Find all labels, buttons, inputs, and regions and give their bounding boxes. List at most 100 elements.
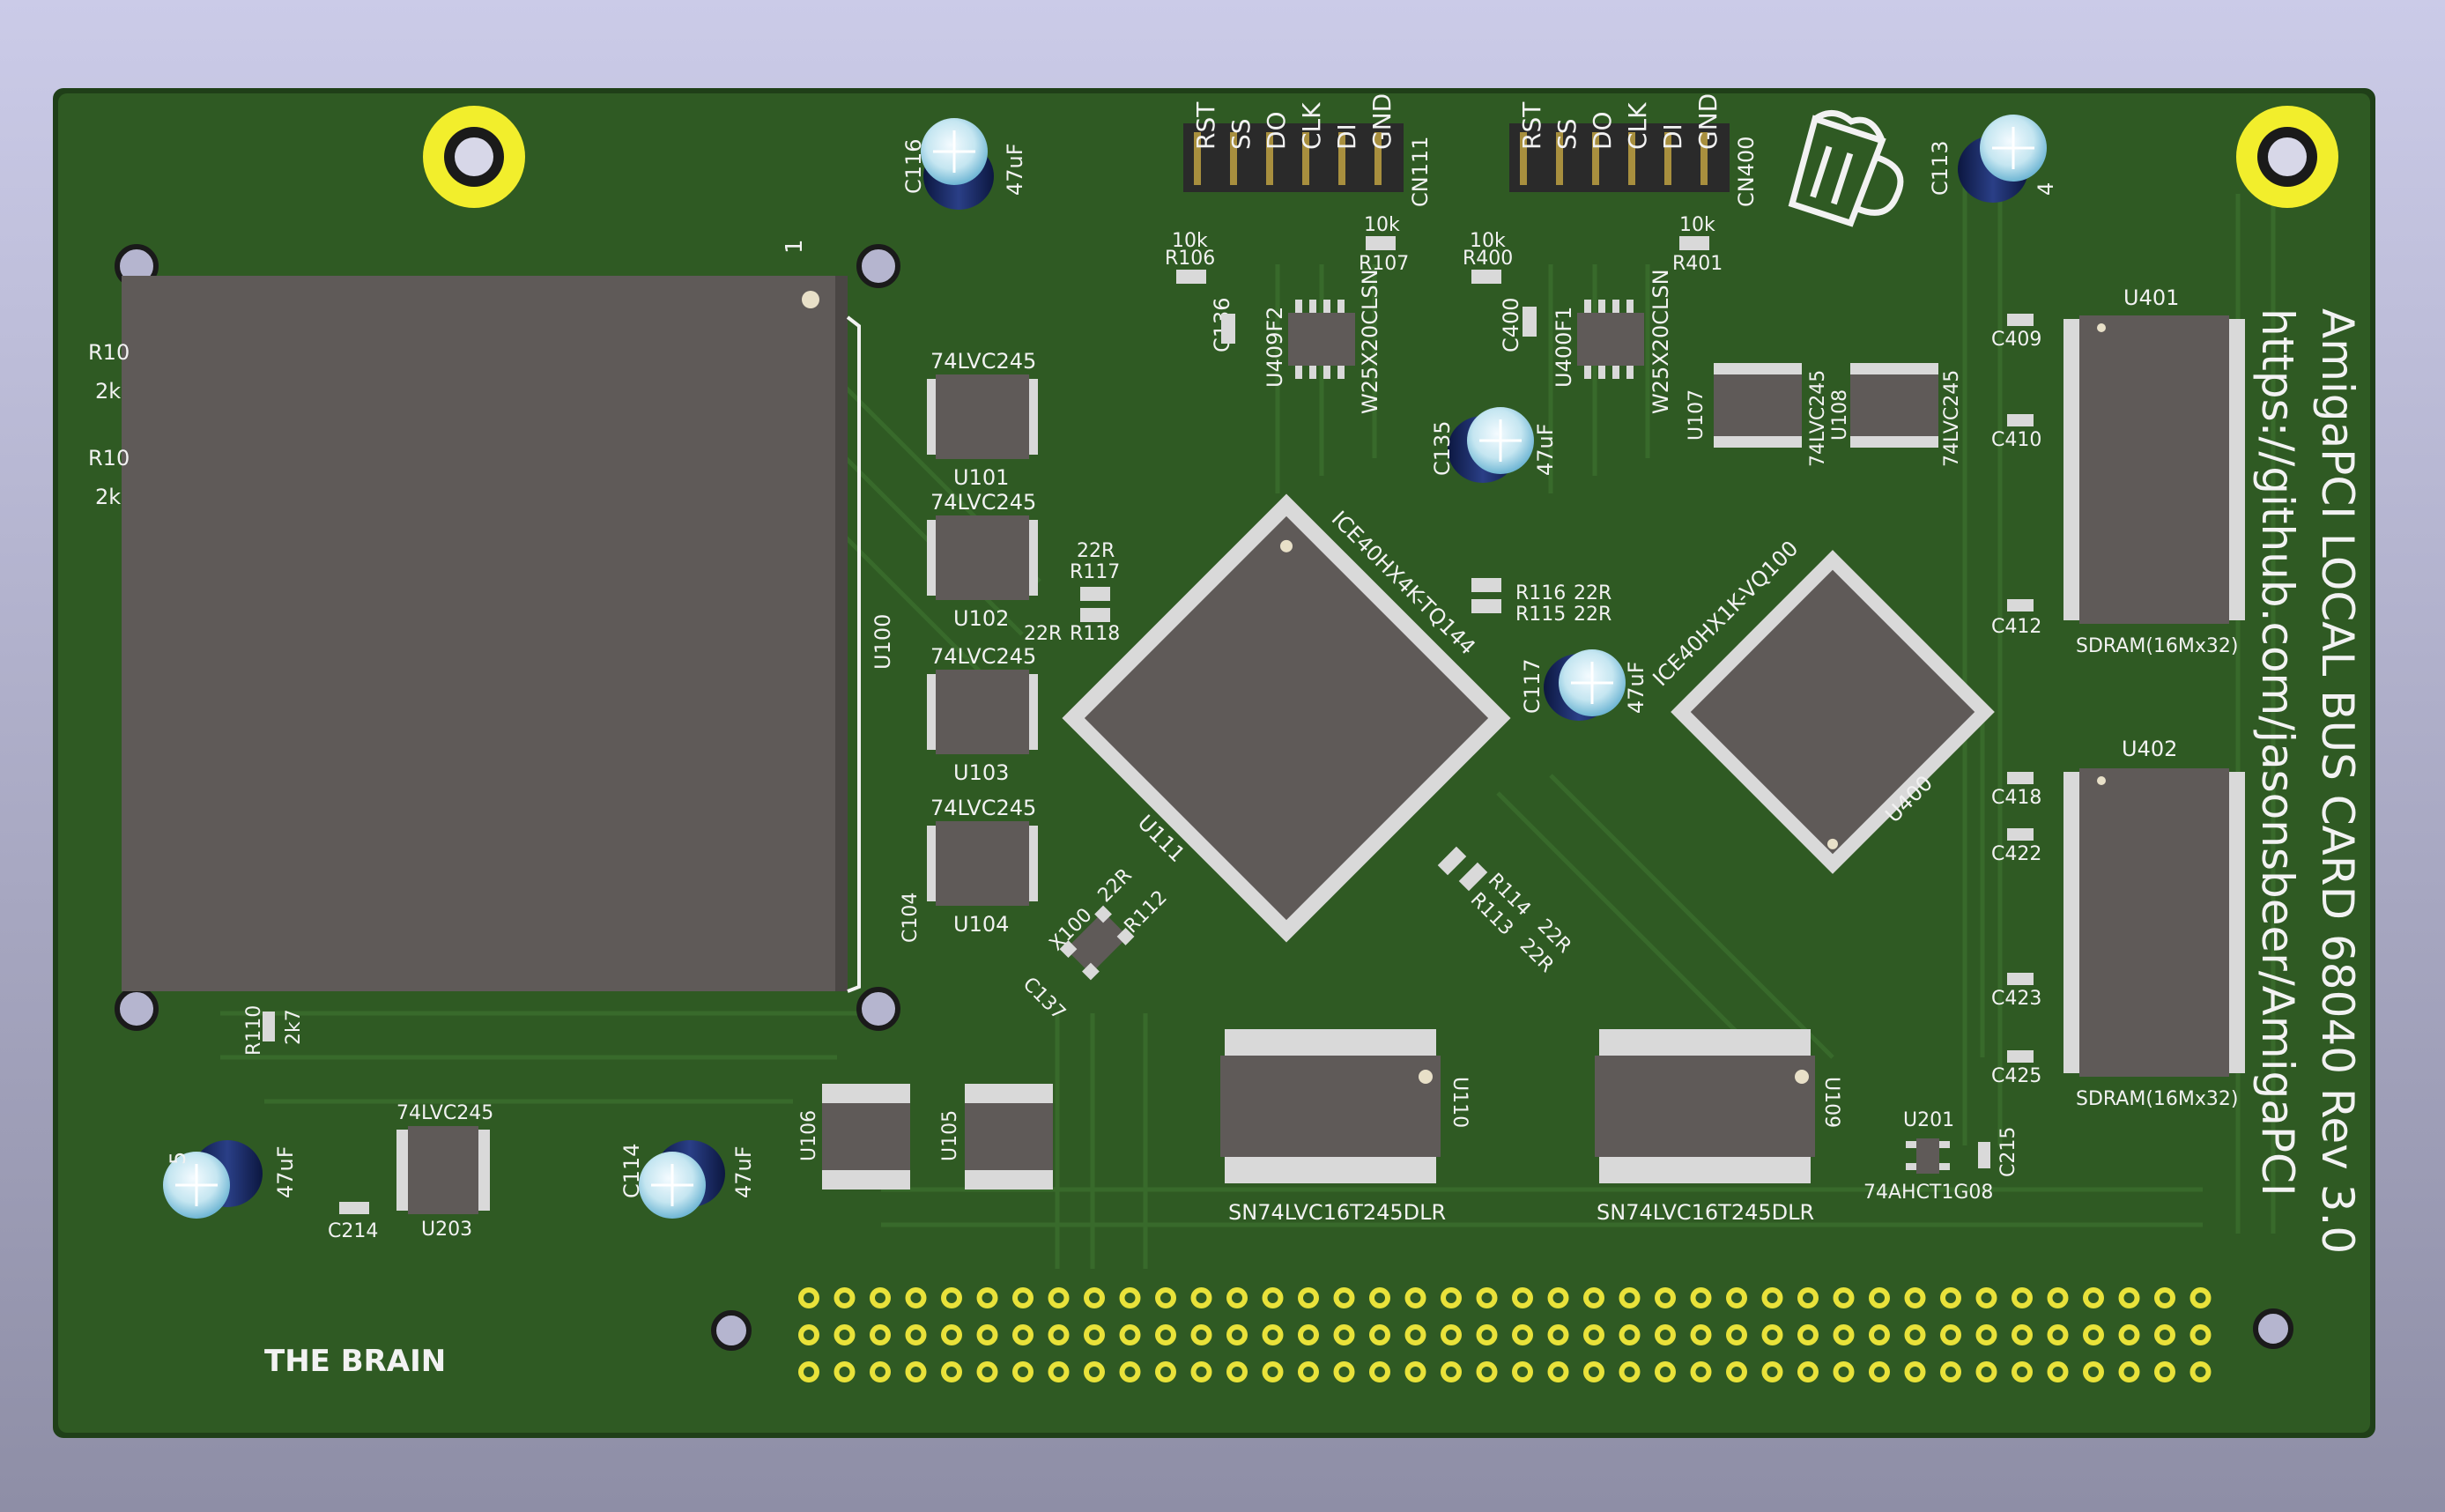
connector-pad-hole [2088, 1330, 2099, 1340]
connector-pad-hole [1838, 1293, 1849, 1303]
c400-ref: C400 [1499, 297, 1523, 352]
cn400-pin-do: DO [1588, 111, 1617, 150]
connector-pad-hole [839, 1367, 850, 1377]
u102-value: 74LVC245 [930, 490, 1036, 515]
u201-value: 74AHCT1G08 [1863, 1182, 1993, 1204]
mounting-hole-right [2236, 106, 2338, 208]
c422-ref: C422 [1991, 843, 2041, 865]
r107-ref: R107 [1359, 253, 1409, 275]
connector-pad-hole [1517, 1367, 1528, 1377]
connector-pad-hole [2017, 1330, 2027, 1340]
connector-pad-hole [1624, 1367, 1635, 1377]
connector-pad-hole [1338, 1293, 1350, 1303]
r110-ref: R110 [243, 1005, 265, 1056]
connector-pad-hole [1053, 1293, 1064, 1303]
connector-pad-hole [1124, 1330, 1136, 1340]
connector-pad-hole [1196, 1330, 1207, 1340]
c113-ref: C113 [1928, 140, 1952, 196]
board-name-label: THE BRAIN [264, 1344, 446, 1379]
u401-ref: U401 [2123, 285, 2179, 310]
connector-pad-hole [839, 1293, 850, 1303]
c425-ref: C425 [1991, 1065, 2041, 1087]
board-title: AmigaPCI LOCAL BUS CARD 68040 Rev 3.0 [2312, 308, 2363, 1254]
r10b-value: 2k [95, 485, 121, 509]
cn400-pin-rst: RST [1517, 101, 1546, 150]
ic-u109 [1595, 1029, 1815, 1183]
r116-value: 22R [1574, 582, 1611, 604]
connector-pad-hole [1803, 1293, 1813, 1303]
connector-pad-hole [875, 1367, 885, 1377]
cpu-socket-u100 [122, 276, 861, 993]
cn400-pin-gnd: GND [1693, 93, 1723, 150]
ic-u203 [396, 1126, 490, 1214]
connector-pad-hole [1874, 1293, 1885, 1303]
connector-pad-hole [1410, 1330, 1421, 1340]
connector-pad-hole [910, 1293, 922, 1303]
connector-pad-hole [2017, 1367, 2027, 1377]
ic-u104 [927, 821, 1038, 906]
u409f2-value: W25X20CLSN [1358, 269, 1382, 414]
u102-ref: U102 [953, 606, 1009, 631]
connector-pad-hole [1089, 1330, 1100, 1340]
r106-ref: R106 [1165, 248, 1215, 270]
u400f1-value: W25X20CLSN [1649, 269, 1673, 414]
connector-pad-hole [1767, 1330, 1778, 1340]
cn111-pin-clk: CLK [1297, 102, 1326, 150]
connector-pad-hole [1124, 1367, 1136, 1377]
connector-pad-hole [1196, 1293, 1207, 1303]
connector-pad-hole [1731, 1293, 1742, 1303]
u100-ref: U100 [871, 614, 895, 670]
u101-ref: U101 [953, 465, 1009, 490]
connector-pad-hole [1803, 1330, 1813, 1340]
cn400-pin-ss: SS [1552, 118, 1582, 150]
r400-ref: R400 [1463, 248, 1513, 270]
connector-pad-hole [1267, 1330, 1278, 1340]
connector-pad-hole [1338, 1367, 1350, 1377]
connector-pad-hole [1303, 1367, 1314, 1377]
connector-pad-hole [946, 1367, 957, 1377]
connector-pad-hole [1945, 1293, 1956, 1303]
u108-value: 74LVC245 [1941, 370, 1963, 467]
cn111-pin-gnd: GND [1367, 93, 1397, 150]
pcb-render-view: 1 U100 R10 2k R10 2k RST SS DO CLK DI GN… [0, 0, 2445, 1512]
capacitor-c214 [339, 1202, 369, 1214]
u201-ref: U201 [1903, 1109, 1954, 1131]
connector-pad-hole [1232, 1293, 1242, 1303]
connector-pad-hole [1089, 1367, 1100, 1377]
r115-value: 22R [1574, 604, 1611, 626]
ic-u105 [965, 1084, 1053, 1190]
connector-pad-hole [946, 1293, 957, 1303]
connector-pad-hole [804, 1293, 814, 1303]
ic-u108 [1850, 363, 1938, 448]
u409f2-ref: U409F2 [1263, 307, 1287, 388]
connector-pad-hole [1481, 1330, 1493, 1340]
c116-value: 47uF [1003, 143, 1027, 196]
connector-pad-hole [1446, 1330, 1456, 1340]
cn111-pin-di: DI [1332, 123, 1361, 150]
connector-pad-hole [1267, 1367, 1278, 1377]
connector-pad-hole [1981, 1367, 1992, 1377]
capacitor-c215 [1978, 1142, 1990, 1168]
connector-pad-hole [2052, 1367, 2063, 1377]
pin1-marker: 1 [782, 239, 808, 254]
connector-pad-hole [1160, 1367, 1171, 1377]
connector-pad-hole [2052, 1330, 2063, 1340]
connector-pad-hole [1981, 1293, 1992, 1303]
connector-pad-hole [2160, 1330, 2170, 1340]
mounting-hole-left [423, 106, 525, 208]
u401-value: SDRAM(16Mx32) [2076, 635, 2239, 657]
connector-pad-hole [875, 1330, 885, 1340]
connector-pad-hole [1018, 1330, 1028, 1340]
ic-u102 [927, 515, 1038, 600]
connector-pad-hole [1338, 1330, 1350, 1340]
r10a-ref: R10 [88, 340, 130, 365]
c409-ref: C409 [1991, 329, 2041, 351]
u103-value: 74LVC245 [930, 644, 1036, 669]
connector-pad-hole [1196, 1367, 1207, 1377]
connector-pad-hole [2195, 1330, 2206, 1340]
connector-pad-hole [1303, 1330, 1314, 1340]
connector-pad-hole [1695, 1367, 1707, 1377]
r110-value: 2k7 [283, 1009, 305, 1045]
u110-value: SN74LVC16T245DLR [1228, 1200, 1446, 1225]
connector-pad-hole [1374, 1293, 1385, 1303]
